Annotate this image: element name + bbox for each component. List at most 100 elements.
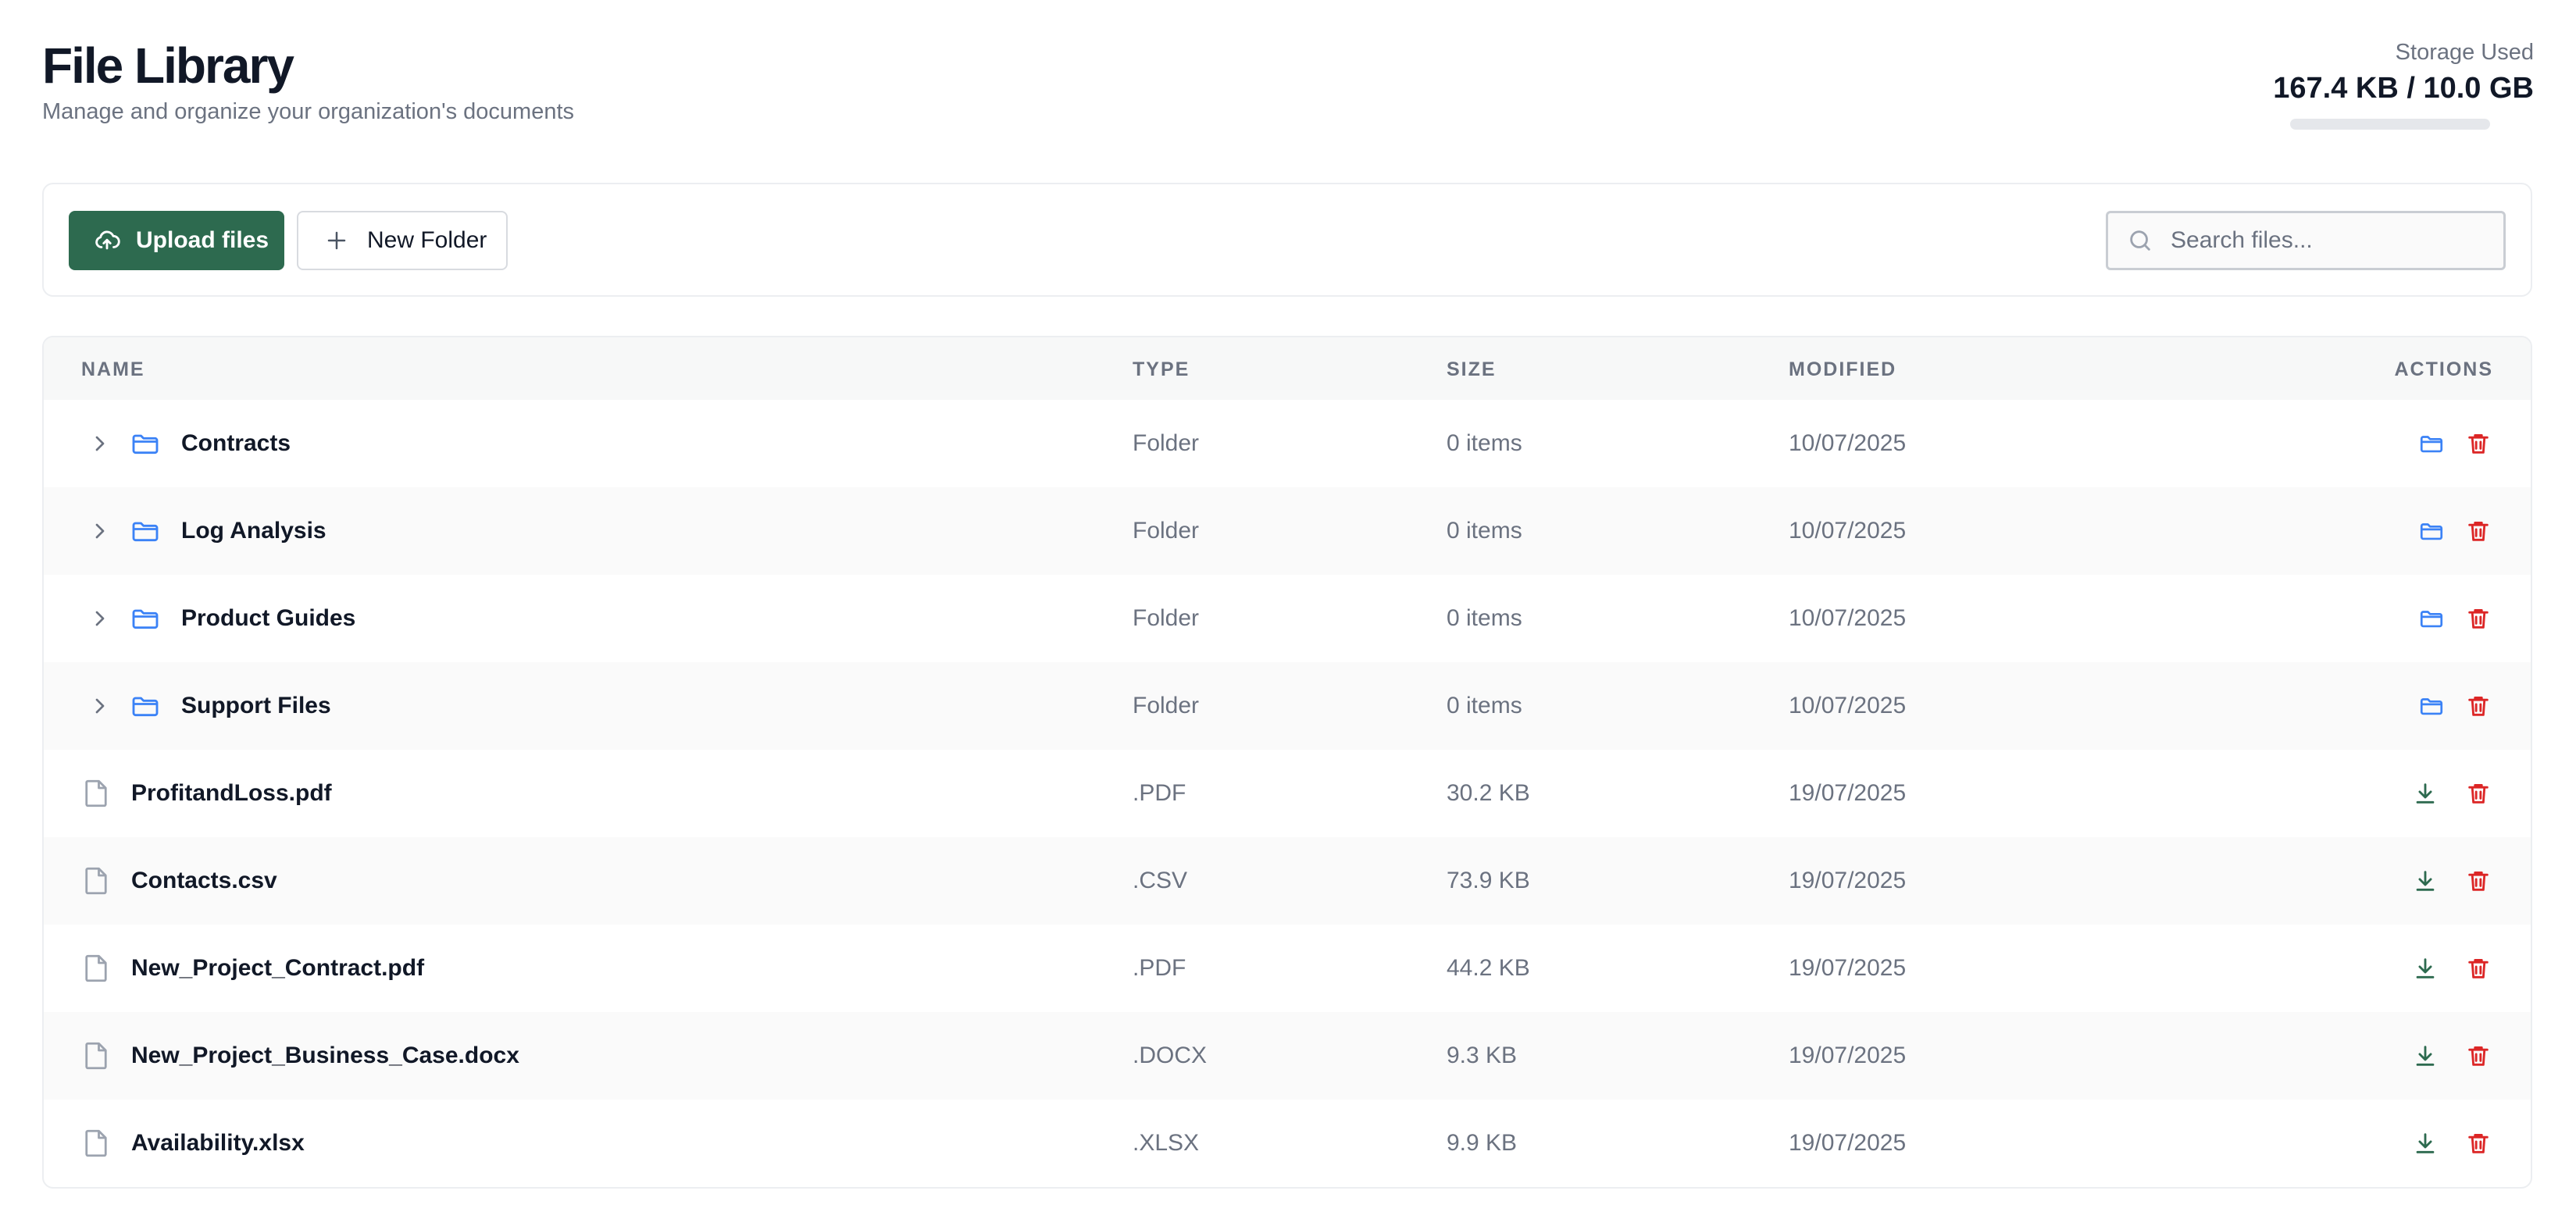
- table-row[interactable]: Availability.xlsx .XLSX 9.9 KB 19/07/2025: [44, 1100, 2531, 1187]
- page-title: File Library: [42, 37, 294, 94]
- trash-icon[interactable]: [2465, 1043, 2492, 1069]
- search-icon: [2130, 230, 2150, 251]
- trash-icon[interactable]: [2465, 1130, 2492, 1157]
- file-type: Folder: [1133, 430, 1200, 456]
- upload-files-button[interactable]: Upload files: [69, 211, 284, 270]
- folder-name: Support Files: [181, 693, 331, 718]
- trash-icon[interactable]: [2465, 605, 2492, 632]
- file-size: 0 items: [1447, 518, 1522, 544]
- file-type: .PDF: [1133, 780, 1186, 806]
- file-size: 0 items: [1447, 430, 1522, 456]
- trash-icon[interactable]: [2465, 518, 2492, 544]
- trash-icon[interactable]: [2465, 868, 2492, 894]
- table-row[interactable]: Support Files Folder 0 items 10/07/2025: [44, 662, 2531, 750]
- column-header-type: TYPE: [1133, 358, 1190, 380]
- folder-open-icon[interactable]: [2418, 430, 2445, 457]
- column-header-name: NAME: [81, 358, 145, 380]
- download-icon[interactable]: [2412, 868, 2439, 894]
- page-header: File Library Manage and organize your or…: [42, 31, 2534, 141]
- download-icon[interactable]: [2412, 1043, 2439, 1069]
- column-header-size: SIZE: [1447, 358, 1497, 380]
- file-icon: [85, 954, 107, 982]
- folder-icon: [132, 434, 159, 454]
- file-name: New_Project_Business_Case.docx: [131, 1043, 519, 1068]
- search-input[interactable]: [2169, 226, 2485, 255]
- chevron-right-icon[interactable]: [87, 606, 112, 631]
- file-type: Folder: [1133, 693, 1200, 718]
- folder-name: Log Analysis: [181, 518, 326, 544]
- table-row[interactable]: Contracts Folder 0 items 10/07/2025: [44, 400, 2531, 487]
- modified-date: 19/07/2025: [1789, 1130, 1907, 1156]
- download-icon[interactable]: [2412, 1130, 2439, 1157]
- file-type: .XLSX: [1133, 1130, 1200, 1156]
- upload-files-label: Upload files: [136, 227, 269, 253]
- folder-name: Contracts: [181, 430, 291, 456]
- column-header-modified: MODIFIED: [1789, 358, 1897, 380]
- modified-date: 10/07/2025: [1789, 430, 1907, 456]
- table-row[interactable]: ProfitandLoss.pdf .PDF 30.2 KB 19/07/2025: [44, 750, 2531, 837]
- table-row[interactable]: Contacts.csv .CSV 73.9 KB 19/07/2025: [44, 837, 2531, 925]
- file-icon: [85, 1042, 107, 1070]
- file-name: ProfitandLoss.pdf: [131, 780, 332, 806]
- folder-icon: [132, 609, 159, 629]
- download-icon[interactable]: [2412, 780, 2439, 807]
- new-folder-label: New Folder: [367, 227, 487, 253]
- file-icon: [85, 779, 107, 807]
- new-folder-button[interactable]: New Folder: [297, 211, 508, 270]
- file-table: NAME TYPE SIZE MODIFIED ACTIONS Contract…: [42, 336, 2532, 1189]
- modified-date: 19/07/2025: [1789, 868, 1907, 893]
- page-subtitle: Manage and organize your organization's …: [42, 99, 575, 124]
- modified-date: 19/07/2025: [1789, 1043, 1907, 1068]
- modified-date: 10/07/2025: [1789, 605, 1907, 631]
- file-type: .PDF: [1133, 955, 1186, 981]
- modified-date: 19/07/2025: [1789, 955, 1907, 981]
- cloud-upload-icon: [95, 230, 120, 250]
- toolbar: Upload files New Folder: [42, 183, 2532, 297]
- storage-progress-bar: [2290, 119, 2490, 130]
- modified-date: 19/07/2025: [1789, 780, 1907, 806]
- file-type: Folder: [1133, 518, 1200, 544]
- table-row[interactable]: Log Analysis Folder 0 items 10/07/2025: [44, 487, 2531, 575]
- folder-name: Product Guides: [181, 605, 356, 631]
- file-icon: [85, 1129, 107, 1157]
- table-row[interactable]: New_Project_Business_Case.docx .DOCX 9.3 K…: [44, 1012, 2531, 1100]
- folder-open-icon[interactable]: [2418, 693, 2445, 719]
- chevron-right-icon[interactable]: [87, 693, 112, 718]
- file-type: .DOCX: [1133, 1043, 1208, 1068]
- file-type: Folder: [1133, 605, 1200, 631]
- file-size: 30.2 KB: [1447, 780, 1530, 806]
- file-size: 0 items: [1447, 693, 1522, 718]
- file-size: 0 items: [1447, 605, 1522, 631]
- modified-date: 10/07/2025: [1789, 693, 1907, 718]
- table-header: NAME TYPE SIZE MODIFIED ACTIONS: [44, 337, 2531, 400]
- search-box[interactable]: [2106, 211, 2506, 270]
- download-icon[interactable]: [2412, 955, 2439, 982]
- file-name: Availability.xlsx: [131, 1130, 305, 1156]
- folder-icon: [132, 522, 159, 542]
- table-row[interactable]: New_Project_Contract.pdf .PDF 44.2 KB 19/07…: [44, 925, 2531, 1012]
- trash-icon[interactable]: [2465, 780, 2492, 807]
- chevron-right-icon[interactable]: [87, 519, 112, 544]
- storage-label: Storage Used: [2395, 40, 2534, 65]
- table-body: Contracts Folder 0 items 10/07/2025 Log Anal…: [44, 400, 2531, 1187]
- folder-open-icon[interactable]: [2418, 518, 2445, 544]
- file-name: Contacts.csv: [131, 868, 277, 893]
- modified-date: 10/07/2025: [1789, 518, 1907, 544]
- file-size: 9.3 KB: [1447, 1043, 1518, 1068]
- file-size: 9.9 KB: [1447, 1130, 1518, 1156]
- file-icon: [85, 867, 107, 895]
- file-library-page: File Library Manage and organize your or…: [0, 0, 2576, 1212]
- trash-icon[interactable]: [2465, 693, 2492, 719]
- trash-icon[interactable]: [2465, 430, 2492, 457]
- file-size: 73.9 KB: [1447, 868, 1530, 893]
- file-type: .CSV: [1133, 868, 1188, 893]
- storage-value: 167.4 KB / 10.0 GB: [2273, 71, 2534, 105]
- table-row[interactable]: Product Guides Folder 0 items 10/07/2025: [44, 575, 2531, 662]
- file-name: New_Project_Contract.pdf: [131, 955, 425, 981]
- file-size: 44.2 KB: [1447, 955, 1530, 981]
- folder-open-icon[interactable]: [2418, 605, 2445, 632]
- plus-icon: [327, 231, 346, 250]
- chevron-right-icon[interactable]: [87, 431, 112, 456]
- trash-icon[interactable]: [2465, 955, 2492, 982]
- storage-summary: Storage Used 167.4 KB / 10.0 GB: [2221, 39, 2534, 106]
